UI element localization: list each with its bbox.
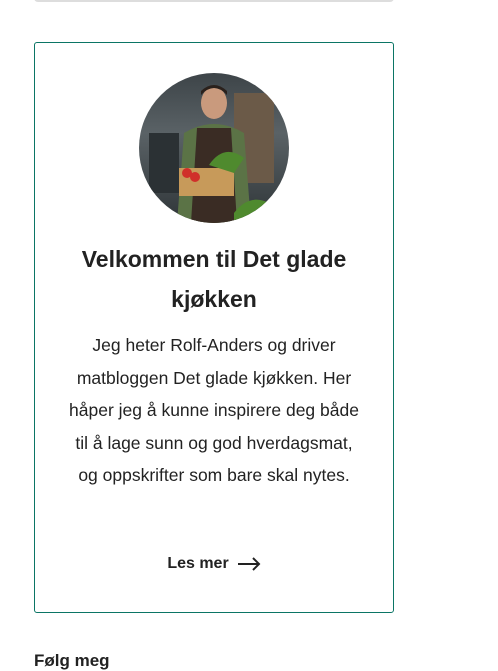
arrow-right-icon [237, 557, 261, 571]
card-description: Jeg heter Rolf-Anders og driver matblogg… [69, 335, 359, 486]
read-more-label: Les mer [167, 555, 229, 572]
about-card: Velkommen til Det glade kjøkken Jeg hete… [34, 42, 394, 613]
follow-heading: Følg meg [34, 651, 110, 670]
card-title: Velkommen til Det glade kjøkken [81, 246, 347, 312]
read-more-link[interactable]: Les mer [35, 555, 393, 573]
previous-widget-edge [34, 0, 394, 2]
author-photo [139, 73, 289, 223]
